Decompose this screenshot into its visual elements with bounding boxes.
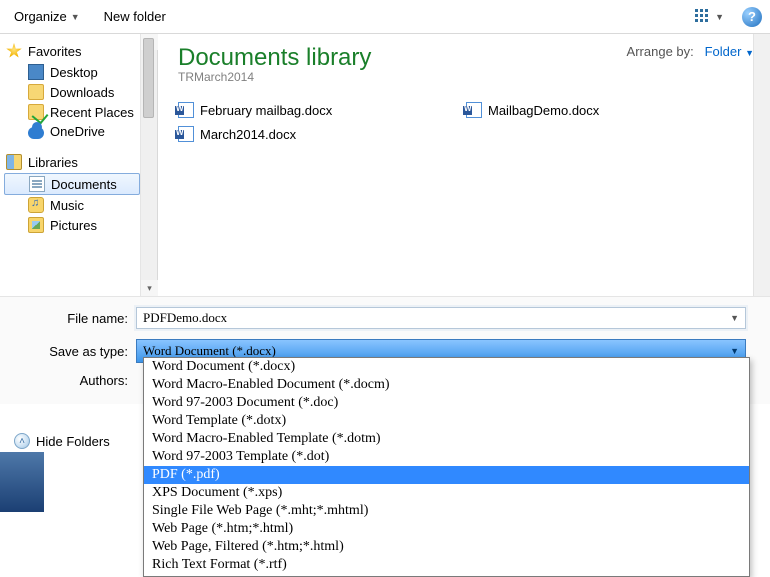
sidebar-item-pictures[interactable]: Pictures — [0, 215, 157, 235]
dropdown-option[interactable]: Rich Text Format (*.rtf) — [144, 556, 749, 574]
file-name: March2014.docx — [200, 127, 296, 142]
sidebar-item-label: Recent Places — [50, 105, 134, 120]
file-item[interactable]: March2014.docx — [178, 126, 466, 142]
docx-icon — [178, 102, 194, 118]
filename-input[interactable]: PDFDemo.docx ▼ — [136, 307, 746, 329]
sidebar-item-documents[interactable]: Documents — [4, 173, 140, 195]
main-area: Favorites Desktop Downloads Recent Place… — [0, 34, 770, 296]
dropdown-option[interactable]: Word Macro-Enabled Template (*.dotm) — [144, 430, 749, 448]
sidebar-item-onedrive[interactable]: OneDrive — [0, 122, 157, 141]
save-as-type-label: Save as type: — [18, 344, 128, 359]
chevron-up-icon: ˄ — [14, 433, 30, 449]
file-item[interactable]: February mailbag.docx — [178, 102, 466, 118]
new-folder-label: New folder — [104, 9, 166, 24]
content-pane: Documents library TRMarch2014 Arrange by… — [158, 34, 770, 296]
dropdown-option[interactable]: Web Page (*.htm;*.html) — [144, 520, 749, 538]
file-name: February mailbag.docx — [200, 103, 332, 118]
chevron-down-icon[interactable]: ▼ — [730, 308, 739, 328]
sidebar-item-recent[interactable]: Recent Places — [0, 102, 157, 122]
recent-places-icon — [28, 104, 44, 120]
filename-value: PDFDemo.docx — [143, 308, 227, 328]
dropdown-option[interactable]: Web Page, Filtered (*.htm;*.html) — [144, 538, 749, 556]
dropdown-option[interactable]: Word Document (*.docx) — [144, 358, 749, 376]
hide-folders-label: Hide Folders — [36, 434, 110, 449]
arrange-value: Folder — [705, 44, 742, 59]
save-as-type-dropdown[interactable]: Word Document (*.docx)Word Macro-Enabled… — [143, 357, 750, 577]
libraries-label: Libraries — [28, 155, 78, 170]
dropdown-option[interactable]: PDF (*.pdf) — [144, 466, 749, 484]
file-name: MailbagDemo.docx — [488, 103, 599, 118]
pictures-icon — [28, 217, 44, 233]
dropdown-option[interactable]: XPS Document (*.xps) — [144, 484, 749, 502]
sidebar-item-label: Desktop — [50, 65, 98, 80]
organize-label: Organize — [14, 9, 67, 24]
taskbar-sliver — [0, 452, 44, 512]
file-list: February mailbag.docx MailbagDemo.docx M… — [178, 102, 754, 142]
sidebar-item-label: Music — [50, 198, 84, 213]
library-subtitle: TRMarch2014 — [178, 70, 371, 84]
sidebar-item-downloads[interactable]: Downloads — [0, 82, 157, 102]
sidebar-item-label: Pictures — [50, 218, 97, 233]
sidebar-item-desktop[interactable]: Desktop — [0, 62, 157, 82]
chevron-down-icon: ▼ — [715, 12, 724, 22]
docx-icon — [466, 102, 482, 118]
file-item[interactable]: MailbagDemo.docx — [466, 102, 754, 118]
docx-icon — [178, 126, 194, 142]
folder-icon — [28, 84, 44, 100]
chevron-down-icon: ▼ — [71, 12, 80, 22]
cloud-icon — [28, 127, 44, 139]
toolbar: Organize ▼ New folder ▼ ? — [0, 0, 770, 34]
sidebar-item-label: Documents — [51, 177, 117, 192]
new-folder-button[interactable]: New folder — [98, 6, 172, 27]
dropdown-option[interactable]: Single File Web Page (*.mht;*.mhtml) — [144, 502, 749, 520]
view-options-button[interactable]: ▼ — [689, 6, 730, 28]
hide-folders-button[interactable]: ˄ Hide Folders — [14, 433, 110, 449]
chevron-down-icon[interactable]: ▼ — [730, 346, 739, 356]
document-icon — [29, 176, 45, 192]
scroll-thumb[interactable] — [143, 38, 154, 118]
authors-label: Authors: — [18, 373, 128, 388]
music-icon — [28, 197, 44, 213]
help-button[interactable]: ? — [742, 7, 762, 27]
libraries-heading[interactable]: Libraries — [0, 151, 157, 173]
sidebar-item-label: OneDrive — [50, 124, 105, 139]
sidebar-item-music[interactable]: Music — [0, 195, 157, 215]
favorites-label: Favorites — [28, 44, 81, 59]
scroll-down-icon[interactable]: ▾ — [141, 280, 158, 296]
libraries-icon — [6, 154, 22, 170]
library-title: Documents library — [178, 44, 371, 72]
sidebar: Favorites Desktop Downloads Recent Place… — [0, 34, 158, 296]
dropdown-option[interactable]: Word Template (*.dotx) — [144, 412, 749, 430]
view-icon — [695, 9, 711, 25]
content-scrollbar[interactable] — [753, 34, 770, 296]
arrange-by[interactable]: Arrange by: Folder ▼ — [627, 44, 754, 59]
organize-button[interactable]: Organize ▼ — [8, 6, 86, 27]
arrange-label: Arrange by: — [627, 44, 694, 59]
desktop-icon — [28, 64, 44, 80]
sidebar-scrollbar[interactable]: ▴ ▾ — [140, 34, 157, 296]
filename-label: File name: — [18, 311, 128, 326]
dropdown-option[interactable]: Word 97-2003 Document (*.doc) — [144, 394, 749, 412]
sidebar-item-label: Downloads — [50, 85, 114, 100]
star-icon — [6, 43, 22, 59]
favorites-heading[interactable]: Favorites — [0, 40, 157, 62]
dropdown-option[interactable]: Word Macro-Enabled Document (*.docm) — [144, 376, 749, 394]
dropdown-option[interactable]: Word 97-2003 Template (*.dot) — [144, 448, 749, 466]
